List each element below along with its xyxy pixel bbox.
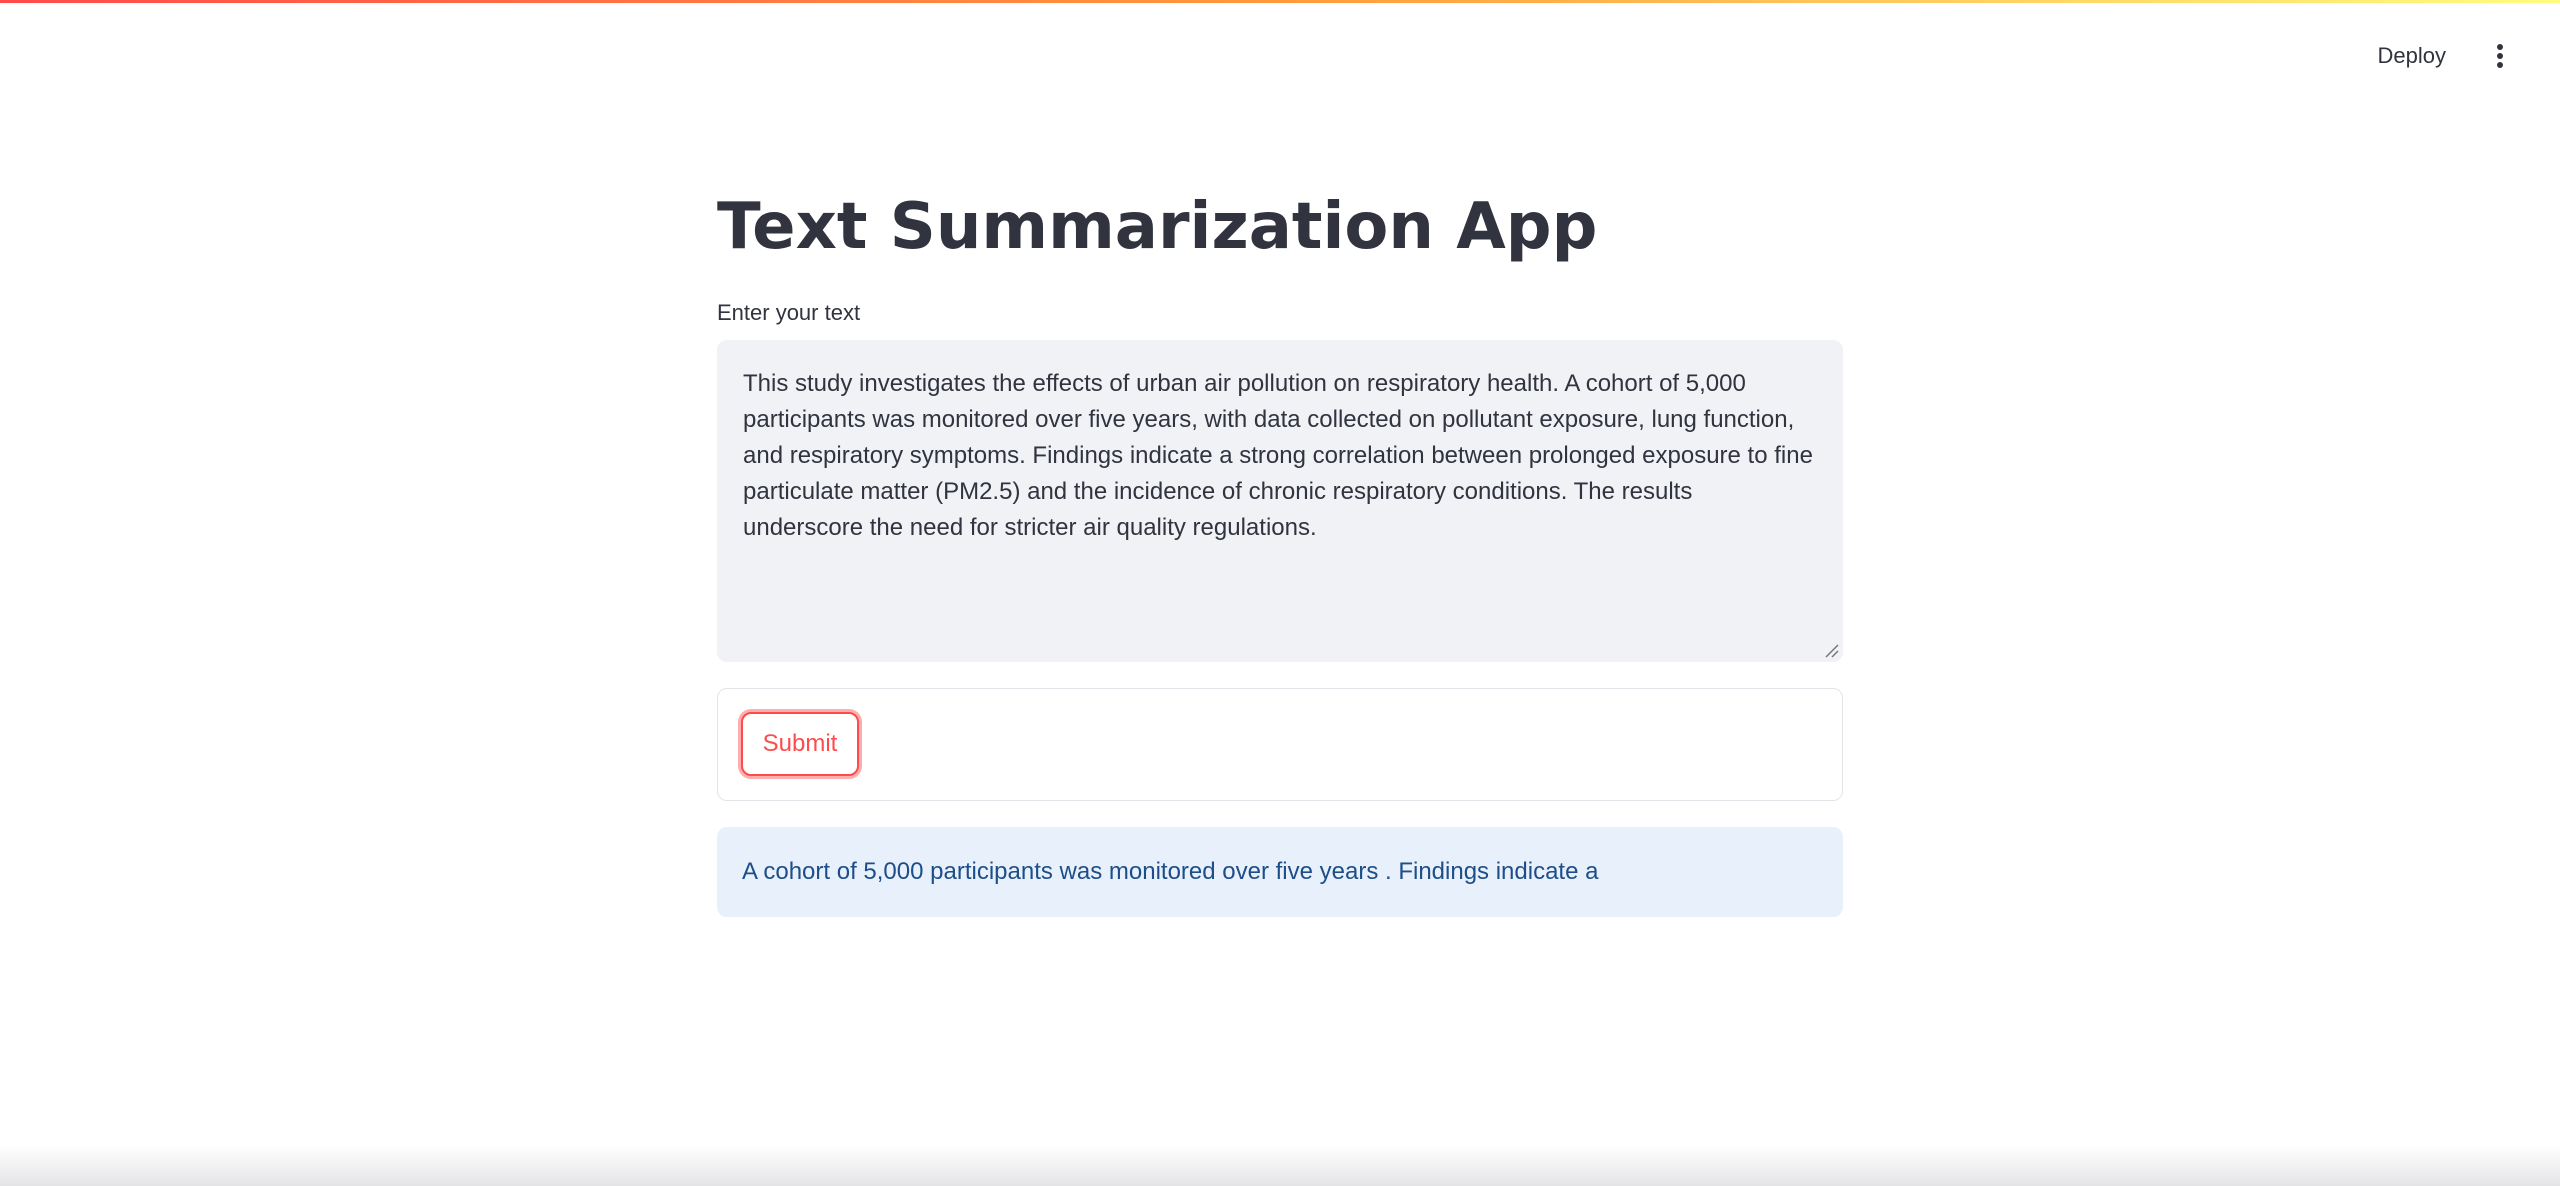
page-title: Text Summarization App: [717, 190, 1598, 264]
bottom-shade: [0, 1146, 2560, 1186]
deploy-button[interactable]: Deploy: [2362, 33, 2462, 79]
kebab-menu-icon[interactable]: [2480, 36, 2520, 76]
text-input-label: Enter your text: [717, 300, 861, 325]
resize-handle-icon[interactable]: [1823, 642, 1839, 658]
summary-text: A cohort of 5,000 participants was monit…: [742, 858, 1599, 885]
submit-form: Submit: [717, 688, 1843, 801]
text-input-container: This study investigates the effects of u…: [717, 340, 1843, 662]
text-input[interactable]: This study investigates the effects of u…: [717, 340, 1843, 662]
submit-button[interactable]: Submit: [741, 712, 859, 776]
toolbar: Deploy: [2362, 0, 2560, 112]
summary-result: A cohort of 5,000 participants was monit…: [717, 827, 1843, 917]
top-accent-bar: [0, 0, 2560, 3]
